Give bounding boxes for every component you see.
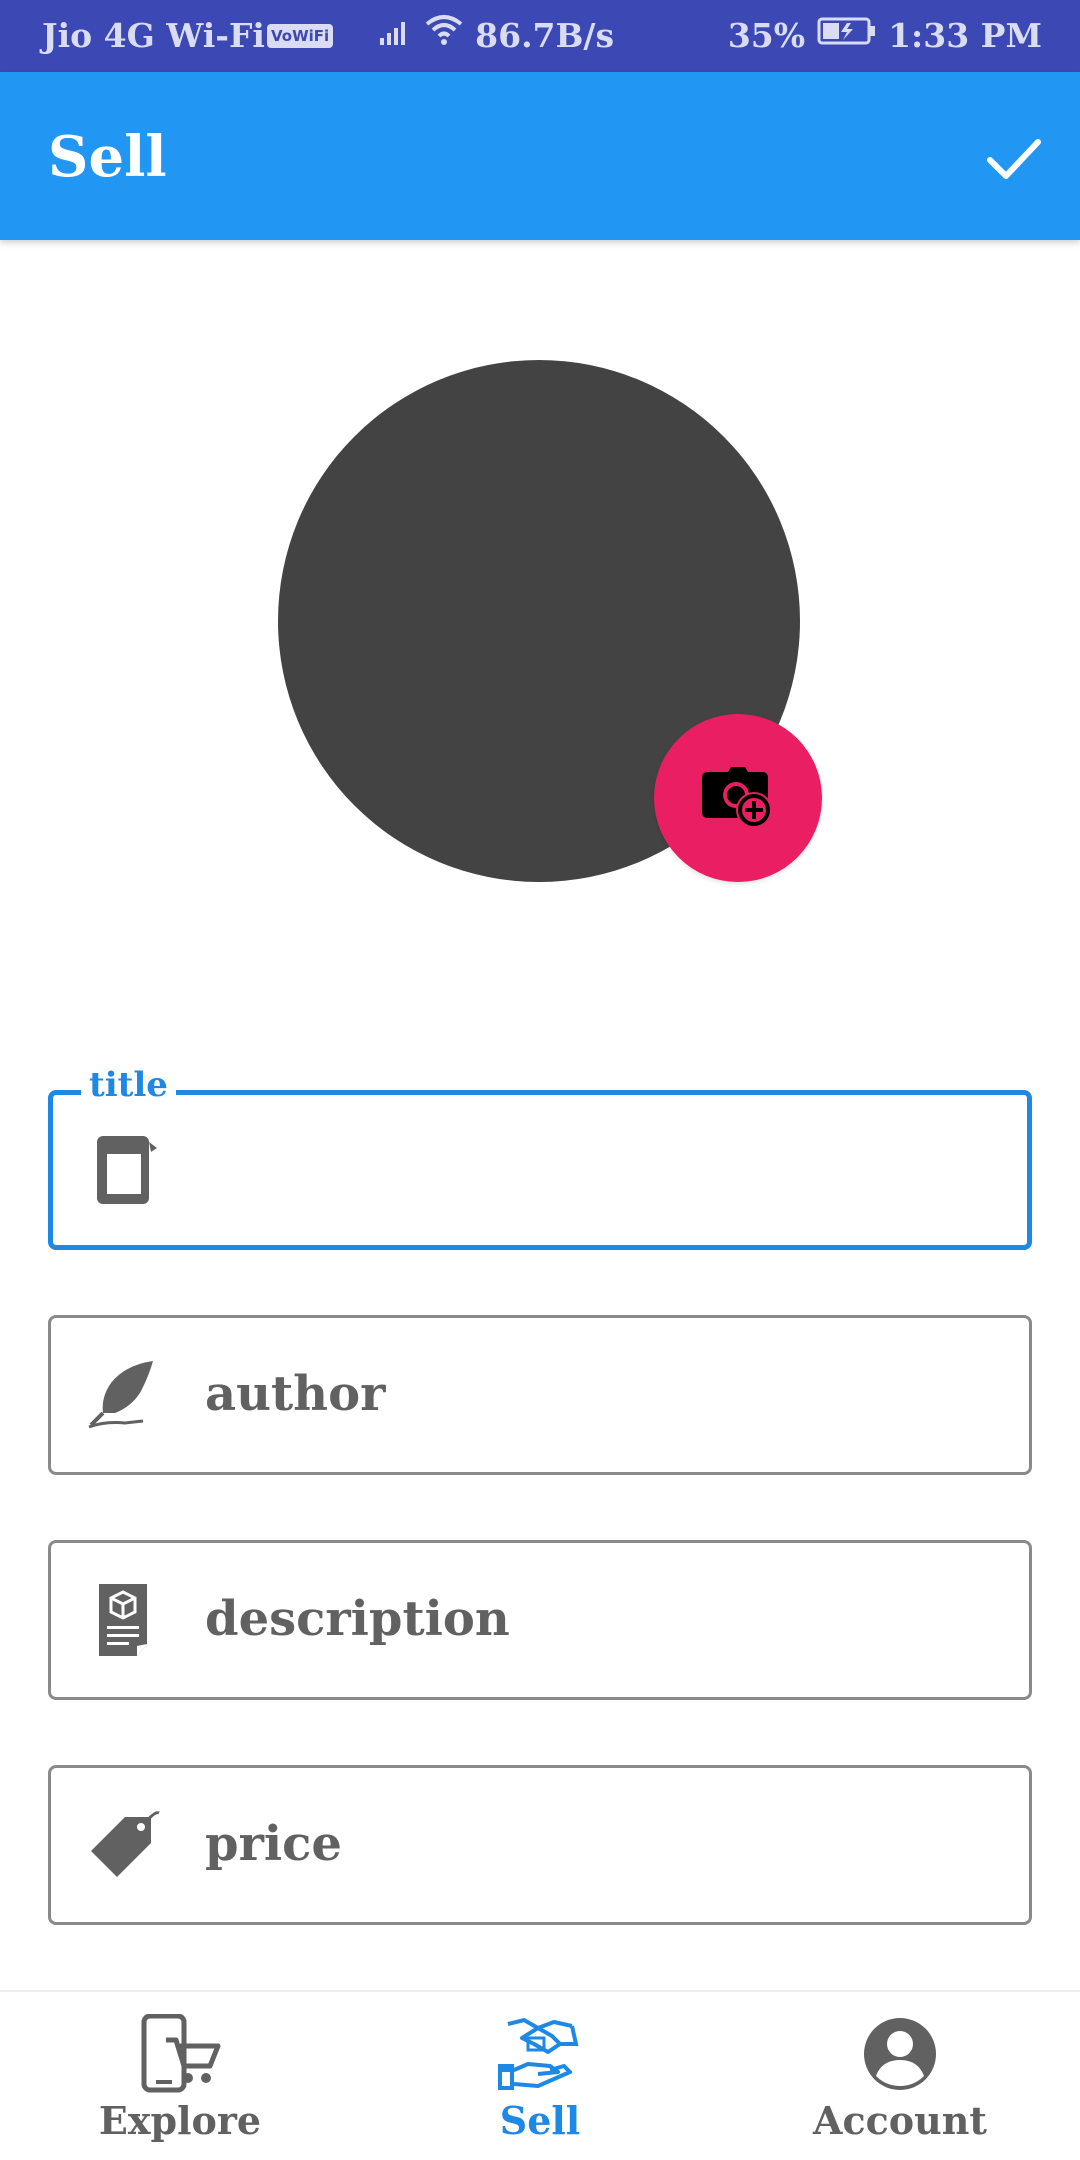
clock: 1:33 PM (888, 16, 1042, 55)
book-icon (87, 1132, 163, 1208)
description-field[interactable]: description (48, 1540, 1032, 1700)
wifi-icon (424, 14, 464, 54)
network-speed: 86.7B/s (475, 16, 615, 55)
nav-sell[interactable]: Sell (360, 1992, 720, 2160)
battery-charging-icon (817, 15, 877, 54)
quill-icon (85, 1357, 161, 1433)
signal-icon (378, 15, 412, 54)
handshake-icon (498, 2014, 582, 2094)
confirm-button[interactable] (984, 128, 1044, 188)
price-field[interactable]: price (48, 1765, 1032, 1925)
vowifi-badge: VoWiFi (266, 24, 334, 48)
status-left: Jio 4G Wi-Fi VoWiFi 86.7B/s (42, 14, 615, 58)
title-label: title (81, 1065, 176, 1105)
nav-sell-label: Sell (499, 2098, 581, 2143)
title-input[interactable] (207, 1125, 987, 1215)
bottom-nav: Explore Sell Account (0, 1990, 1080, 2160)
app-bar: Sell (0, 72, 1080, 240)
price-tag-icon (85, 1807, 161, 1883)
nav-account-label: Account (813, 2098, 987, 2143)
title-field[interactable]: title (48, 1065, 1032, 1250)
account-icon (858, 2014, 942, 2094)
nav-explore-label: Explore (98, 2098, 262, 2143)
battery-percent: 35% (727, 16, 806, 55)
author-field[interactable]: author (48, 1315, 1032, 1475)
description-placeholder: description (205, 1590, 510, 1647)
price-placeholder: price (205, 1815, 342, 1872)
author-placeholder: author (205, 1365, 386, 1422)
nav-explore[interactable]: Explore (0, 1992, 360, 2160)
add-photo-button[interactable] (654, 714, 822, 882)
nav-account[interactable]: Account (720, 1992, 1080, 2160)
document-icon (85, 1582, 161, 1658)
camera-plus-icon (702, 767, 772, 828)
page-title: Sell (48, 124, 167, 190)
check-icon (987, 139, 1041, 179)
carrier-text: Jio 4G Wi-Fi (42, 16, 265, 55)
phone-cart-icon (138, 2014, 222, 2094)
status-bar: Jio 4G Wi-Fi VoWiFi 86.7B/s 35% 1:33 PM (0, 0, 1080, 72)
status-right: 35% 1:33 PM (728, 16, 1042, 58)
